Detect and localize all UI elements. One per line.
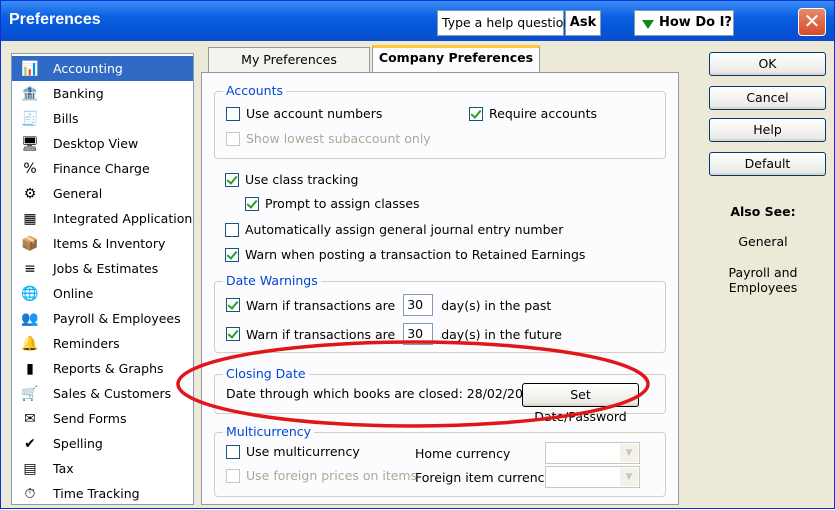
red-annotation-ellipse bbox=[176, 340, 650, 428]
annotation-overlay bbox=[176, 340, 650, 428]
tab-company-preferences[interactable]: Company Preferences bbox=[372, 45, 540, 72]
preferences-window: Preferences Type a help question Ask How… bbox=[0, 0, 835, 509]
